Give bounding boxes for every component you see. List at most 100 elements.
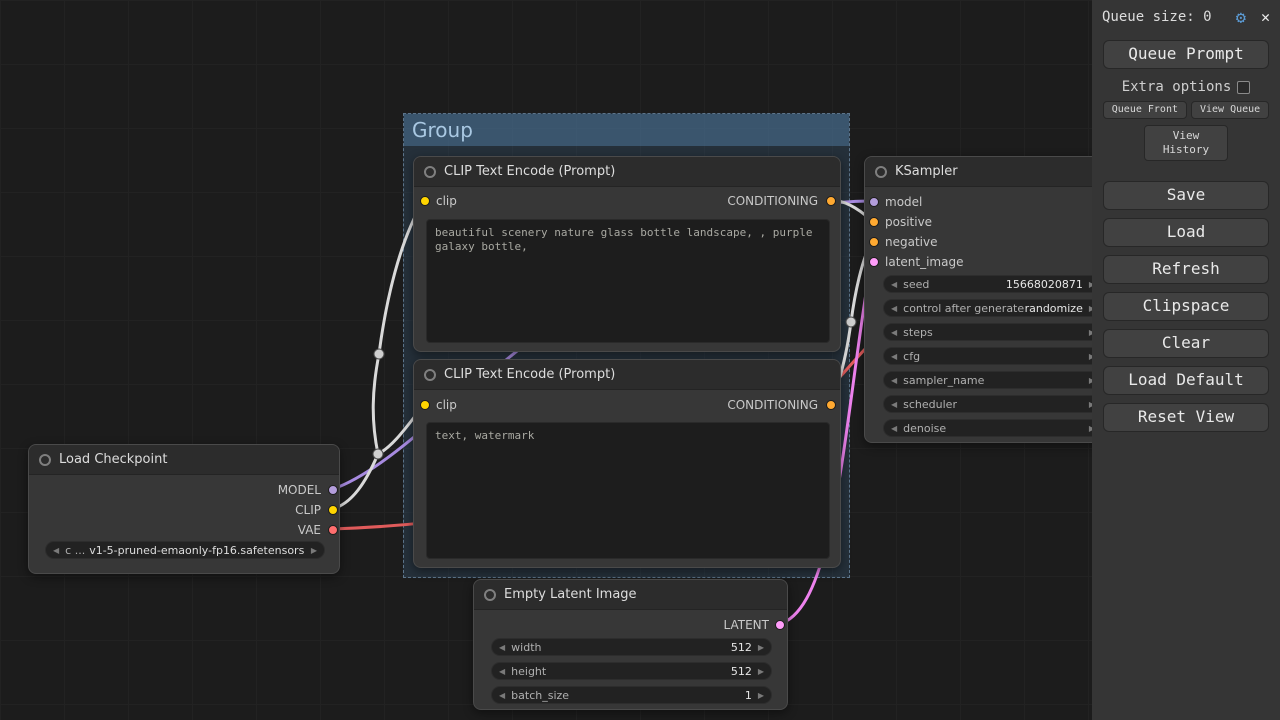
clipspace-button[interactable]: Clipspace [1103,292,1269,321]
refresh-button[interactable]: Refresh [1103,255,1269,284]
clip-output-port[interactable] [328,505,338,515]
node-canvas[interactable]: Group CLIP Text Encode (Prompt) clip [0,0,1280,720]
reroute-dot[interactable] [846,317,856,327]
model-input-label: model [885,195,922,209]
conditioning-output-port[interactable] [826,400,836,410]
clip-input-label: clip [436,194,457,208]
model-output-port[interactable] [328,485,338,495]
view-history-button[interactable]: View History [1144,125,1228,161]
cfg-widget[interactable]: ◀ cfg ▶ [883,347,1103,365]
scheduler-widget[interactable]: ◀ scheduler ▶ [883,395,1103,413]
node-title: CLIP Text Encode (Prompt) [444,164,615,179]
positive-input-port[interactable] [869,217,879,227]
extra-options-checkbox[interactable] [1237,81,1250,94]
ckpt-value: v1-5-pruned-emaonly-fp16.safetensors [89,544,304,557]
model-output-label: MODEL [278,483,321,497]
collapse-dot-icon[interactable] [424,369,436,381]
node-title-bar[interactable]: Empty Latent Image [474,580,787,610]
arrow-left-icon[interactable]: ◀ [499,667,505,676]
queue-prompt-button[interactable]: Queue Prompt [1103,40,1269,69]
clip-text-encode-node-2[interactable]: CLIP Text Encode (Prompt) clip CONDITION… [413,359,841,568]
steps-widget[interactable]: ◀ steps ▶ [883,323,1103,341]
widget-label: batch_size [511,689,569,702]
clip-input-port[interactable] [420,196,430,206]
widget-label: control after generate [903,302,1024,315]
arrow-left-icon[interactable]: ◀ [891,424,897,433]
positive-input-label: positive [885,215,932,229]
latent-image-input-port[interactable] [869,257,879,267]
latent-output-label: LATENT [724,618,769,632]
arrow-right-icon[interactable]: ▶ [758,643,764,652]
widget-label: height [511,665,546,678]
clip-text-encode-node-1[interactable]: CLIP Text Encode (Prompt) clip CONDITION… [413,156,841,352]
height-widget[interactable]: ◀ height 512 ▶ [491,662,772,680]
negative-input-port[interactable] [869,237,879,247]
clip-output-label: CLIP [295,503,321,517]
load-default-button[interactable]: Load Default [1103,366,1269,395]
load-button[interactable]: Load [1103,218,1269,247]
arrow-right-icon[interactable]: ▶ [758,667,764,676]
widget-value: randomize [1025,302,1083,315]
clip-input-port[interactable] [420,400,430,410]
ckpt-name-widget[interactable]: ◀ c ... v1-5-pruned-emaonly-fp16.safeten… [45,541,325,559]
width-widget[interactable]: ◀ width 512 ▶ [491,638,772,656]
widget-label: denoise [903,422,946,435]
collapse-dot-icon[interactable] [424,166,436,178]
arrow-left-icon[interactable]: ◀ [499,691,505,700]
node-title-bar[interactable]: CLIP Text Encode (Prompt) [414,157,840,187]
denoise-widget[interactable]: ◀ denoise ▶ [883,419,1103,437]
reroute-dot[interactable] [374,349,384,359]
empty-latent-image-node[interactable]: Empty Latent Image LATENT ◀ width 512 ▶ … [473,579,788,710]
close-icon[interactable]: ✕ [1261,8,1270,26]
arrow-left-icon[interactable]: ◀ [891,304,897,313]
widget-value: 15668020871 [1006,278,1083,291]
save-button[interactable]: Save [1103,181,1269,210]
ksampler-node[interactable]: KSampler model positive negative latent_… [864,156,1110,443]
view-queue-button[interactable]: View Queue [1191,101,1269,119]
collapse-dot-icon[interactable] [875,166,887,178]
node-title-bar[interactable]: CLIP Text Encode (Prompt) [414,360,840,390]
reset-view-button[interactable]: Reset View [1103,403,1269,432]
queue-front-button[interactable]: Queue Front [1103,101,1187,119]
clip-input-label: clip [436,398,457,412]
arrow-right-icon[interactable]: ▶ [311,546,317,555]
load-checkpoint-node[interactable]: Load Checkpoint MODEL CLIP VAE ◀ c ... v… [28,444,340,574]
control-after-generate-widget[interactable]: ◀ control after generate randomize ▶ [883,299,1103,317]
batch-size-widget[interactable]: ◀ batch_size 1 ▶ [491,686,772,704]
node-title-bar[interactable]: Load Checkpoint [29,445,339,475]
conditioning-output-label: CONDITIONING [727,194,818,208]
model-input-port[interactable] [869,197,879,207]
sampler-name-widget[interactable]: ◀ sampler_name ▶ [883,371,1103,389]
latent-output-port[interactable] [775,620,785,630]
node-title-bar[interactable]: KSampler [865,157,1109,187]
prompt-textarea[interactable]: beautiful scenery nature glass bottle la… [426,219,830,343]
widget-label: cfg [903,350,920,363]
vae-output-port[interactable] [328,525,338,535]
arrow-left-icon[interactable]: ◀ [53,546,59,555]
arrow-left-icon[interactable]: ◀ [891,376,897,385]
node-title: KSampler [895,164,958,179]
arrow-left-icon[interactable]: ◀ [891,328,897,337]
widget-label: steps [903,326,933,339]
clear-button[interactable]: Clear [1103,329,1269,358]
settings-gear-icon[interactable]: ⚙ [1236,8,1246,28]
arrow-left-icon[interactable]: ◀ [499,643,505,652]
collapse-dot-icon[interactable] [39,454,51,466]
arrow-right-icon[interactable]: ▶ [758,691,764,700]
arrow-left-icon[interactable]: ◀ [891,400,897,409]
widget-label: scheduler [903,398,957,411]
arrow-left-icon[interactable]: ◀ [891,352,897,361]
queue-size-label: Queue size: 0 [1102,9,1212,25]
node-title: Empty Latent Image [504,587,637,602]
node-title: Load Checkpoint [59,452,167,467]
prompt-textarea[interactable]: text, watermark [426,422,830,559]
conditioning-output-port[interactable] [826,196,836,206]
negative-input-label: negative [885,235,937,249]
reroute-dot[interactable] [373,449,383,459]
widget-value: 512 [731,641,752,654]
comfy-menu-panel: Queue size: 0 ⚙ ✕ Queue Prompt Extra opt… [1092,0,1280,720]
arrow-left-icon[interactable]: ◀ [891,280,897,289]
collapse-dot-icon[interactable] [484,589,496,601]
seed-widget[interactable]: ◀ seed 15668020871 ▶ [883,275,1103,293]
widget-label: sampler_name [903,374,984,387]
